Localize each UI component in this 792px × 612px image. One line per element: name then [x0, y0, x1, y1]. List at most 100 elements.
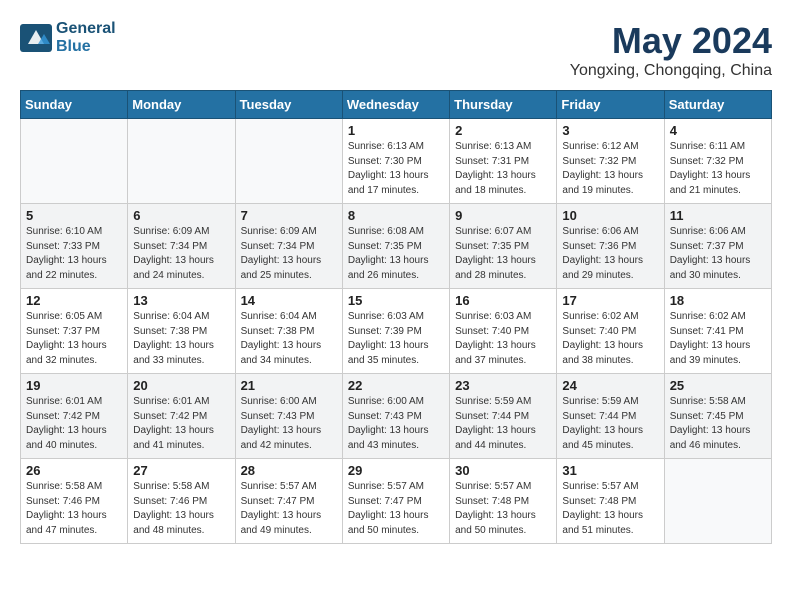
day-number: 20	[133, 378, 229, 393]
day-number: 6	[133, 208, 229, 223]
day-number: 12	[26, 293, 122, 308]
day-number: 9	[455, 208, 551, 223]
day-info: Sunrise: 5:57 AMSunset: 7:47 PMDaylight:…	[348, 480, 444, 538]
day-info: Sunrise: 5:58 AMSunset: 7:45 PMDaylight:…	[670, 395, 766, 453]
day-number: 5	[26, 208, 122, 223]
day-number: 16	[455, 293, 551, 308]
day-info: Sunrise: 6:01 AMSunset: 7:42 PMDaylight:…	[26, 395, 122, 453]
table-row: 5Sunrise: 6:10 AMSunset: 7:33 PMDaylight…	[21, 204, 128, 289]
table-row: 3 Sunrise: 6:12 AMSunset: 7:32 PMDaylight…	[557, 119, 664, 204]
logo-sub: Blue	[56, 38, 116, 56]
day-number: 24	[562, 378, 658, 393]
logo-name: General	[56, 20, 116, 38]
day-number: 3	[562, 123, 658, 138]
calendar-header-row: Sunday Monday Tuesday Wednesday Thursday…	[21, 91, 772, 119]
table-row	[235, 119, 342, 204]
table-row: 22 Sunrise: 6:00 AMSunset: 7:43 PMDayligh…	[342, 374, 449, 459]
day-info: Sunrise: 5:58 AMSunset: 7:46 PMDaylight:…	[133, 480, 229, 538]
day-number: 7	[241, 208, 337, 223]
day-number: 21	[241, 378, 337, 393]
day-info: Sunrise: 6:03 AMSunset: 7:39 PMDaylight:…	[348, 310, 444, 368]
table-row: 10Sunrise: 6:06 AMSunset: 7:36 PMDayligh…	[557, 204, 664, 289]
day-info: Sunrise: 5:57 AMSunset: 7:48 PMDaylight:…	[455, 480, 551, 538]
table-row: 30 Sunrise: 5:57 AMSunset: 7:48 PMDayligh…	[450, 459, 557, 544]
day-number: 14	[241, 293, 337, 308]
month-title: May 2024	[570, 20, 772, 62]
day-info: Sunrise: 6:04 AMSunset: 7:38 PMDaylight:…	[241, 310, 337, 368]
table-row: 31Sunrise: 5:57 AMSunset: 7:48 PMDayligh…	[557, 459, 664, 544]
day-info: Sunrise: 6:09 AMSunset: 7:34 PMDaylight:…	[241, 225, 337, 283]
day-number: 2	[455, 123, 551, 138]
table-row: 26 Sunrise: 5:58 AMSunset: 7:46 PMDayligh…	[21, 459, 128, 544]
table-row: 29Sunrise: 5:57 AMSunset: 7:47 PMDayligh…	[342, 459, 449, 544]
calendar-week-row: 5Sunrise: 6:10 AMSunset: 7:33 PMDaylight…	[21, 204, 772, 289]
table-row: 16 Sunrise: 6:03 AMSunset: 7:40 PMDayligh…	[450, 289, 557, 374]
table-row: 27Sunrise: 5:58 AMSunset: 7:46 PMDayligh…	[128, 459, 235, 544]
day-info: Sunrise: 6:01 AMSunset: 7:42 PMDaylight:…	[133, 395, 229, 453]
table-row	[21, 119, 128, 204]
header-wednesday: Wednesday	[342, 91, 449, 119]
day-info: Sunrise: 5:59 AMSunset: 7:44 PMDaylight:…	[562, 395, 658, 453]
table-row: 11Sunrise: 6:06 AMSunset: 7:37 PMDayligh…	[664, 204, 771, 289]
day-number: 23	[455, 378, 551, 393]
header-saturday: Saturday	[664, 91, 771, 119]
logo: General Blue	[20, 20, 116, 55]
day-info: Sunrise: 6:00 AMSunset: 7:43 PMDaylight:…	[348, 395, 444, 453]
day-info: Sunrise: 6:03 AMSunset: 7:40 PMDaylight:…	[455, 310, 551, 368]
page-header: General Blue May 2024 Yongxing, Chongqin…	[20, 20, 772, 80]
table-row: 18Sunrise: 6:02 AMSunset: 7:41 PMDayligh…	[664, 289, 771, 374]
header-sunday: Sunday	[21, 91, 128, 119]
calendar-week-row: 19Sunrise: 6:01 AMSunset: 7:42 PMDayligh…	[21, 374, 772, 459]
day-info: Sunrise: 6:05 AMSunset: 7:37 PMDaylight:…	[26, 310, 122, 368]
table-row: 15 Sunrise: 6:03 AMSunset: 7:39 PMDayligh…	[342, 289, 449, 374]
day-number: 22	[348, 378, 444, 393]
day-number: 15	[348, 293, 444, 308]
table-row: 17 Sunrise: 6:02 AMSunset: 7:40 PMDayligh…	[557, 289, 664, 374]
calendar-table: Sunday Monday Tuesday Wednesday Thursday…	[20, 90, 772, 544]
table-row: 14 Sunrise: 6:04 AMSunset: 7:38 PMDayligh…	[235, 289, 342, 374]
table-row: 1 Sunrise: 6:13 AMSunset: 7:30 PMDaylight…	[342, 119, 449, 204]
day-info: Sunrise: 6:02 AMSunset: 7:40 PMDaylight:…	[562, 310, 658, 368]
day-info: Sunrise: 5:59 AMSunset: 7:44 PMDaylight:…	[455, 395, 551, 453]
day-number: 13	[133, 293, 229, 308]
table-row: 2 Sunrise: 6:13 AMSunset: 7:31 PMDaylight…	[450, 119, 557, 204]
day-number: 17	[562, 293, 658, 308]
location-title: Yongxing, Chongqing, China	[570, 62, 772, 80]
day-info: Sunrise: 5:57 AMSunset: 7:47 PMDaylight:…	[241, 480, 337, 538]
table-row	[664, 459, 771, 544]
header-tuesday: Tuesday	[235, 91, 342, 119]
table-row: 25Sunrise: 5:58 AMSunset: 7:45 PMDayligh…	[664, 374, 771, 459]
day-info: Sunrise: 6:09 AMSunset: 7:34 PMDaylight:…	[133, 225, 229, 283]
header-friday: Friday	[557, 91, 664, 119]
table-row: 6 Sunrise: 6:09 AMSunset: 7:34 PMDaylight…	[128, 204, 235, 289]
day-info: Sunrise: 6:13 AMSunset: 7:30 PMDaylight:…	[348, 140, 444, 198]
table-row: 28Sunrise: 5:57 AMSunset: 7:47 PMDayligh…	[235, 459, 342, 544]
day-info: Sunrise: 6:08 AMSunset: 7:35 PMDaylight:…	[348, 225, 444, 283]
day-info: Sunrise: 5:57 AMSunset: 7:48 PMDaylight:…	[562, 480, 658, 538]
table-row: 12 Sunrise: 6:05 AMSunset: 7:37 PMDayligh…	[21, 289, 128, 374]
day-number: 30	[455, 463, 551, 478]
table-row: 20 Sunrise: 6:01 AMSunset: 7:42 PMDayligh…	[128, 374, 235, 459]
day-info: Sunrise: 6:12 AMSunset: 7:32 PMDaylight:…	[562, 140, 658, 198]
table-row: 19Sunrise: 6:01 AMSunset: 7:42 PMDayligh…	[21, 374, 128, 459]
table-row: 7 Sunrise: 6:09 AMSunset: 7:34 PMDaylight…	[235, 204, 342, 289]
logo-icon	[20, 24, 52, 52]
day-info: Sunrise: 6:11 AMSunset: 7:32 PMDaylight:…	[670, 140, 766, 198]
header-thursday: Thursday	[450, 91, 557, 119]
title-block: May 2024 Yongxing, Chongqing, China	[570, 20, 772, 80]
day-info: Sunrise: 6:06 AMSunset: 7:37 PMDaylight:…	[670, 225, 766, 283]
table-row: 4 Sunrise: 6:11 AMSunset: 7:32 PMDaylight…	[664, 119, 771, 204]
table-row: 21 Sunrise: 6:00 AMSunset: 7:43 PMDayligh…	[235, 374, 342, 459]
day-number: 4	[670, 123, 766, 138]
table-row: 8Sunrise: 6:08 AMSunset: 7:35 PMDaylight…	[342, 204, 449, 289]
day-info: Sunrise: 6:00 AMSunset: 7:43 PMDaylight:…	[241, 395, 337, 453]
day-number: 1	[348, 123, 444, 138]
day-number: 26	[26, 463, 122, 478]
day-info: Sunrise: 6:02 AMSunset: 7:41 PMDaylight:…	[670, 310, 766, 368]
table-row: 23 Sunrise: 5:59 AMSunset: 7:44 PMDayligh…	[450, 374, 557, 459]
calendar-week-row: 26 Sunrise: 5:58 AMSunset: 7:46 PMDayligh…	[21, 459, 772, 544]
day-info: Sunrise: 6:07 AMSunset: 7:35 PMDaylight:…	[455, 225, 551, 283]
day-info: Sunrise: 6:13 AMSunset: 7:31 PMDaylight:…	[455, 140, 551, 198]
table-row: 9 Sunrise: 6:07 AMSunset: 7:35 PMDaylight…	[450, 204, 557, 289]
day-info: Sunrise: 5:58 AMSunset: 7:46 PMDaylight:…	[26, 480, 122, 538]
